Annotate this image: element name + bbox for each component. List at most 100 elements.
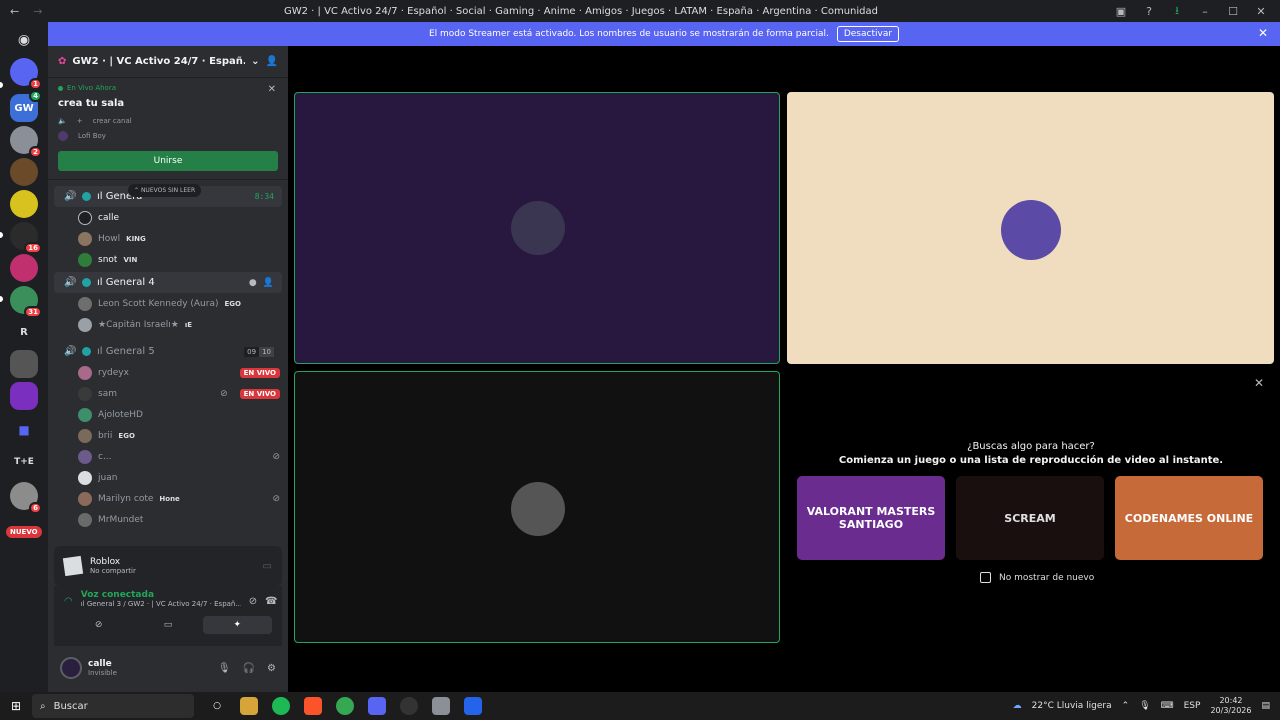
voice-user[interactable]: ★Capitán Israelı★ ıE — [48, 314, 288, 335]
voice-user[interactable]: c... ⊘ — [48, 446, 288, 467]
camera-off-button[interactable]: ⊘ — [64, 616, 133, 634]
headphones-icon[interactable]: 🎧 — [243, 663, 255, 674]
dont-show-checkbox[interactable] — [980, 572, 991, 583]
invite-icon[interactable]: 👤 — [266, 56, 278, 67]
keyboard-icon[interactable]: ⌨ — [1161, 701, 1174, 711]
promo-card-scream[interactable]: SCREAM — [956, 476, 1104, 560]
video-tile-3[interactable] — [294, 371, 780, 643]
obs-icon[interactable] — [400, 697, 418, 715]
noise-suppression-icon[interactable]: ⊘ — [249, 596, 257, 607]
close-activity-suggestions-icon[interactable]: ✕ — [1254, 376, 1264, 390]
deafened-icon: ⊘ — [220, 388, 228, 399]
voice-channel-path[interactable]: ıl General 3 / GW2 · | VC Activo 24/7 · … — [81, 600, 241, 608]
voice-user[interactable]: Howl KING — [48, 228, 288, 249]
dont-show-again[interactable]: No mostrar de nuevo — [980, 572, 1094, 583]
voice-status[interactable]: Voz conectada — [81, 590, 241, 600]
server-icon-8[interactable]: 31 — [10, 286, 42, 318]
voice-user[interactable]: Marilyn cote Hone ⊘ — [48, 488, 288, 509]
voice-channel-general-4[interactable]: 🔊 ıl General 4 ● 👤 — [54, 272, 282, 293]
disconnect-icon[interactable]: ☎ — [265, 596, 277, 607]
server-icon-11[interactable]: 6 — [10, 482, 42, 514]
new-unread-pill[interactable]: ⌃ NUEVOS SIN LEER — [128, 184, 202, 197]
voice-user[interactable]: juan — [48, 467, 288, 488]
task-view-icon[interactable]: ○ — [208, 697, 226, 715]
clock-date: 20/3/2026 — [1210, 706, 1252, 715]
file-explorer-icon[interactable] — [240, 697, 258, 715]
voice-user[interactable]: rydeyx EN VIVO — [48, 362, 288, 383]
voice-user[interactable]: calle — [48, 207, 288, 228]
server-icon-3[interactable]: 2 — [10, 126, 42, 158]
voice-user[interactable]: sam ⊘ EN VIVO — [48, 383, 288, 404]
discord-icon[interactable] — [368, 697, 386, 715]
voice-user[interactable]: MrMundet — [48, 509, 288, 530]
settings-gear-icon[interactable]: ⚙ — [267, 663, 276, 674]
user-tag: ıE — [184, 320, 193, 329]
channel-name: ıl General 5 — [97, 346, 155, 357]
user-avatar[interactable] — [60, 657, 82, 679]
brave-icon[interactable] — [304, 697, 322, 715]
user-tag: EGO — [118, 431, 135, 440]
weather-text[interactable]: 22°C Lluvia ligera — [1032, 701, 1112, 711]
server-icon-7[interactable] — [10, 254, 38, 282]
voice-user[interactable]: snot VIN — [48, 249, 288, 270]
server-icon-gw2[interactable]: GW 4 — [10, 90, 42, 122]
server-icon-9[interactable] — [10, 350, 38, 378]
create-channel-label[interactable]: crear canal — [93, 117, 132, 125]
mention-badge: 4 — [29, 90, 42, 102]
server-icon-5[interactable] — [10, 190, 38, 218]
promo-card-valorant[interactable]: VALORANT MASTERS SANTIAGO — [797, 476, 945, 560]
microphone-icon[interactable]: 🎙 — [218, 663, 231, 674]
roblox-taskbar-icon[interactable] — [464, 697, 482, 715]
back-arrow-icon[interactable]: ← — [10, 5, 19, 18]
spotify-icon[interactable] — [272, 697, 290, 715]
close-window-icon[interactable]: ✕ — [1254, 5, 1268, 18]
notification-icon[interactable]: ▤ — [1261, 701, 1270, 711]
server-icon-1[interactable]: 1 — [10, 58, 42, 90]
username: AjoloteHD — [98, 409, 143, 420]
promo-card-codenames[interactable]: CODENAMES ONLINE — [1115, 476, 1263, 560]
language-indicator[interactable]: ESP — [1184, 701, 1201, 711]
close-live-card-icon[interactable]: ✕ — [268, 84, 276, 95]
plus-icon[interactable]: + — [77, 117, 83, 125]
voice-channel-general-5[interactable]: 🔊 ıl General 5 09 10 — [54, 341, 282, 362]
server-name: GW2 · | VC Activo 24/7 · Españ... — [72, 56, 246, 67]
server-icon-6[interactable]: 16 — [10, 222, 42, 254]
close-banner-icon[interactable]: ✕ — [1258, 26, 1268, 40]
share-screen-button[interactable]: ▭ — [133, 616, 202, 634]
discord-home-icon[interactable]: ◉ — [10, 26, 38, 54]
chrome-icon[interactable] — [336, 697, 354, 715]
activity-card[interactable]: Roblox No compartir ▭ — [54, 546, 282, 586]
taskbar-search[interactable]: ⌕ Buscar — [32, 694, 194, 718]
maximize-icon[interactable]: ☐ — [1226, 5, 1240, 18]
download-icon[interactable]: ⭳ — [1170, 2, 1184, 21]
add-member-icon[interactable]: 👤 — [263, 278, 274, 288]
video-tile-2[interactable] — [787, 92, 1274, 364]
server-header[interactable]: ✿ GW2 · | VC Activo 24/7 · Españ... ⌄ 👤 — [48, 46, 288, 78]
help-icon[interactable]: ? — [1142, 5, 1156, 18]
chat-bubble-icon[interactable]: ● — [249, 278, 257, 288]
forward-arrow-icon[interactable]: → — [33, 5, 42, 18]
username: rydeyx — [98, 367, 129, 378]
server-icon-r[interactable]: R — [10, 318, 38, 346]
clock[interactable]: 20:42 20/3/2026 — [1210, 696, 1251, 716]
activities-button[interactable]: ✦ — [202, 616, 272, 634]
video-tile-1[interactable] — [294, 92, 780, 364]
voice-user[interactable]: Leon Scott Kennedy (Aura) EGO — [48, 293, 288, 314]
server-icon-10[interactable] — [10, 382, 38, 410]
screen-share-icon[interactable]: ▭ — [263, 561, 272, 572]
disable-streamer-button[interactable]: Desactivar — [836, 26, 900, 42]
inbox-icon[interactable]: ▣ — [1114, 5, 1128, 18]
join-button[interactable]: Unirse — [58, 151, 278, 171]
voice-user[interactable]: AjoloteHD — [48, 404, 288, 425]
server-icon-te[interactable]: T+E — [10, 448, 38, 476]
minimize-icon[interactable]: – — [1198, 5, 1212, 18]
shield-app-icon[interactable] — [432, 697, 450, 715]
folder-icon[interactable]: ■ — [10, 416, 38, 444]
voice-user[interactable]: brii EGO — [48, 425, 288, 446]
username: sam — [98, 388, 117, 399]
windows-start-icon[interactable]: ⊞ — [0, 699, 32, 713]
mic-tray-icon[interactable]: 🎙 — [1139, 701, 1150, 711]
server-icon-4[interactable] — [10, 158, 38, 186]
signal-icon[interactable]: ◠ — [64, 596, 73, 607]
tray-chevron-icon[interactable]: ⌃ — [1122, 701, 1130, 711]
